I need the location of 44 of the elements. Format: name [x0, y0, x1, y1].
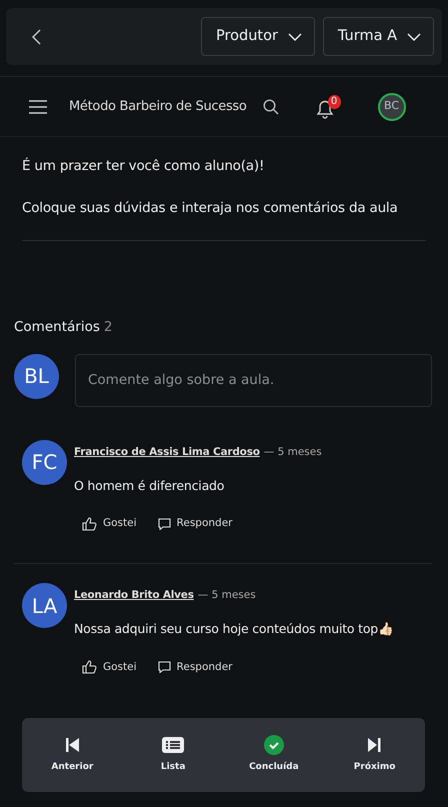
notification-count: 0 [328, 94, 341, 108]
speech-bubble-icon [158, 661, 171, 674]
dropdown-select[interactable]: Produtor [200, 17, 315, 56]
author-link[interactable]: Leonardo Brito Alves [74, 588, 194, 604]
search-button[interactable] [262, 98, 279, 114]
comment-count: 2 [104, 318, 112, 336]
list-icon [162, 737, 184, 754]
skip-next-icon [367, 737, 382, 754]
back-button[interactable] [32, 28, 41, 44]
notifications-button[interactable]: 0 [316, 94, 341, 118]
like-button[interactable]: Gostei [82, 516, 137, 532]
comment-text: O homem é diferenciado [74, 476, 226, 494]
dropdown-select[interactable]: Turma A [322, 17, 434, 56]
reply-button[interactable]: Responder [158, 660, 232, 676]
avatar: FC [22, 440, 67, 485]
author-link[interactable]: Francisco de Assis Lima Cardoso [74, 444, 260, 460]
avatar: BL [14, 354, 59, 399]
paragraph: É um prazer ter você como aluno(a)! [22, 156, 266, 176]
thumbs-up-icon [82, 660, 97, 674]
menu-button[interactable] [29, 100, 47, 114]
chevron-down-icon [407, 32, 421, 40]
speech-bubble-icon [158, 518, 171, 530]
search-icon [262, 98, 279, 114]
comment-text: Nossa adquiri seu curso hoje conteúdos muito top👍🏻 [74, 620, 394, 638]
user-avatar[interactable]: BC [378, 92, 406, 120]
chevron-down-icon [288, 32, 302, 40]
menu-icon [29, 100, 47, 114]
reply-button[interactable]: Responder [158, 516, 232, 532]
paragraph: Coloque suas dúvidas e interaja nos comentários da aula [22, 199, 399, 218]
section-title: Comentários [14, 318, 100, 336]
course-title: Método Barbeiro de Sucesso [69, 98, 247, 116]
comment-time: — 5 meses [264, 444, 322, 460]
nav-button[interactable]: Concluída [224, 734, 324, 776]
nav-button[interactable]: Anterior [22, 734, 123, 776]
comment-field[interactable]: Comente algo sobre a aula. [75, 354, 432, 407]
like-button[interactable]: Gostei [82, 660, 137, 676]
nav-button[interactable]: Lista [122, 734, 224, 776]
thumbs-up-icon [82, 517, 97, 532]
avatar: LA [22, 583, 67, 628]
back-icon [32, 28, 41, 44]
nav-button[interactable]: Próximo [324, 734, 425, 776]
skip-previous-icon [64, 737, 80, 754]
comment-time: — 5 meses [198, 588, 256, 603]
check-circle-icon [264, 735, 284, 756]
